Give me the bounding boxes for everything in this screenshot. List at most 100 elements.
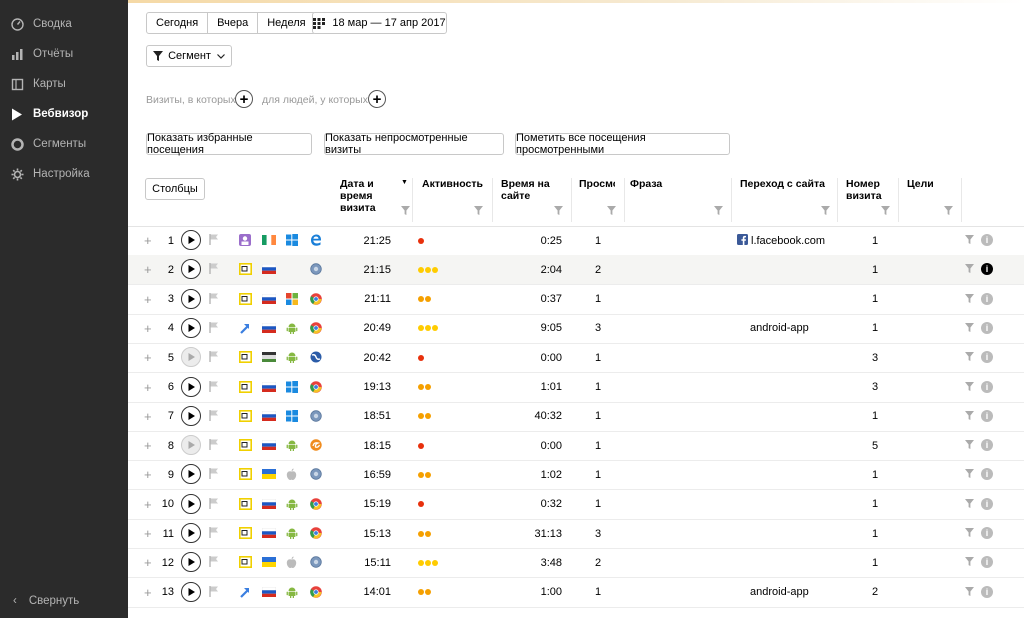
visit-info-icon[interactable]: i [981,263,993,276]
column-filter-icon[interactable] [881,206,890,215]
column-header-goals[interactable]: Цели [907,178,934,190]
column-header-views[interactable]: Просмо [579,178,615,190]
bookmark-flag-icon[interactable] [209,556,222,568]
visit-info-icon[interactable]: i [981,380,993,393]
mark-all-viewed-button[interactable]: Пометить все посещения просмотренными [515,132,730,156]
play-recording-button[interactable] [181,405,201,426]
bookmark-flag-icon[interactable] [209,439,222,451]
visit-info-icon[interactable]: i [981,321,993,334]
table-row[interactable]: +7 18:51 40:32 1 1 i [128,402,1024,432]
columns-button[interactable]: Столбцы [145,178,205,200]
visit-info-icon[interactable]: i [981,468,993,481]
column-header-phrase[interactable]: Фраза [630,178,662,190]
visit-info-icon[interactable]: i [981,234,993,246]
expand-row-button[interactable]: + [144,255,152,284]
bookmark-flag-icon[interactable] [209,351,222,363]
play-recording-button[interactable] [181,435,201,456]
play-recording-button[interactable] [181,581,201,602]
play-recording-button[interactable] [181,464,201,485]
sidebar-item-segments[interactable]: Сегменты [0,129,128,159]
expand-row-button[interactable]: + [144,519,152,548]
referrer-link[interactable]: l.facebook.com [751,226,825,255]
row-filter-icon[interactable] [965,469,978,481]
expand-row-button[interactable]: + [144,460,152,489]
column-filter-icon[interactable] [714,206,723,215]
expand-row-button[interactable]: + [144,490,152,519]
column-filter-icon[interactable] [474,206,483,215]
bookmark-flag-icon[interactable] [209,380,222,393]
row-filter-icon[interactable] [965,293,978,306]
bookmark-flag-icon[interactable] [209,409,222,422]
expand-row-button[interactable]: + [144,343,152,372]
table-row[interactable]: +9 16:59 1:02 1 1 i [128,460,1024,491]
play-recording-button[interactable] [181,523,201,543]
expand-row-button[interactable]: + [144,402,152,431]
column-header-activity[interactable]: Активность [422,178,483,190]
table-row[interactable]: +1 21:25 0:25 1 l.facebook.com 1 i [128,226,1024,256]
row-filter-icon[interactable] [965,235,978,247]
row-filter-icon[interactable] [965,440,978,452]
play-recording-button[interactable] [181,259,201,280]
expand-row-button[interactable]: + [144,285,152,314]
row-filter-icon[interactable] [965,557,978,569]
column-filter-icon[interactable] [401,206,410,215]
column-header-referrer[interactable]: Переход с сайта [740,178,825,190]
play-recording-button[interactable] [181,552,201,573]
play-recording-button[interactable] [181,376,201,397]
segment-button[interactable]: Сегмент [146,45,232,67]
visit-info-icon[interactable]: i [981,292,993,305]
play-recording-button[interactable] [181,493,201,514]
visit-info-icon[interactable]: i [981,409,993,422]
sidebar-item-webvisor[interactable]: Вебвизор [0,99,128,129]
table-row[interactable]: +8 18:15 0:00 1 5 i [128,431,1024,462]
collapse-button[interactable]: ‹ Свернуть [0,586,128,616]
visit-info-icon[interactable]: i [981,556,993,569]
bookmark-flag-icon[interactable] [209,497,222,510]
row-filter-icon[interactable] [965,381,978,394]
expand-row-button[interactable]: + [144,578,152,607]
row-filter-icon[interactable] [965,352,978,364]
play-recording-button[interactable] [181,347,201,368]
column-filter-icon[interactable] [944,206,953,215]
bookmark-flag-icon[interactable] [209,292,222,305]
table-row[interactable]: +3 21:11 0:37 1 1 i [128,285,1024,315]
bookmark-flag-icon[interactable] [209,263,222,275]
sidebar-item-summary[interactable]: Сводка [0,9,128,39]
row-filter-icon[interactable] [965,322,978,335]
expand-row-button[interactable]: + [144,431,152,460]
row-filter-icon[interactable] [965,498,978,511]
bookmark-flag-icon[interactable] [209,321,222,334]
play-recording-button[interactable] [181,230,201,250]
show-unviewed-button[interactable]: Показать непросмотренные визиты [324,132,504,156]
table-row[interactable]: +6 19:13 1:01 1 3 i [128,373,1024,403]
visit-info-icon[interactable]: i [981,351,993,364]
period-yesterday-button[interactable]: Вчера [208,13,259,33]
add-visit-condition-button[interactable]: + [235,90,253,108]
row-filter-icon[interactable] [965,528,978,540]
period-week-button[interactable]: Неделя [258,13,314,33]
date-range-button[interactable]: 18 мар — 17 апр 2017 [312,12,447,34]
bookmark-flag-icon[interactable] [209,468,222,480]
column-filter-icon[interactable] [554,206,563,215]
show-favorites-button[interactable]: Показать избранные посещения [146,132,312,156]
play-recording-button[interactable] [181,317,201,338]
bookmark-flag-icon[interactable] [209,234,222,246]
visit-info-icon[interactable]: i [981,527,993,539]
expand-row-button[interactable]: + [144,314,152,343]
column-header-visit-number[interactable]: Номер визита [846,178,882,202]
expand-row-button[interactable]: + [144,226,152,255]
column-header-datetime[interactable]: Дата и время визита [340,178,376,214]
table-row[interactable]: +12 15:11 3:48 2 1 i [128,548,1024,579]
expand-row-button[interactable]: + [144,373,152,402]
table-row[interactable]: +4 20:49 9:05 3 android-app 1 i [128,314,1024,344]
table-row[interactable]: +2 21:15 2:04 2 1 i [128,255,1024,286]
bookmark-flag-icon[interactable] [209,527,222,539]
sidebar-item-reports[interactable]: Отчёты [0,39,128,69]
sort-desc-icon[interactable]: ▼ [401,179,408,186]
add-people-condition-button[interactable]: + [368,90,386,108]
table-row[interactable]: +10 15:19 0:32 1 1 i [128,490,1024,520]
column-filter-icon[interactable] [821,206,830,215]
row-filter-icon[interactable] [965,410,978,423]
table-row[interactable]: +5 20:42 0:00 1 3 i [128,343,1024,374]
period-today-button[interactable]: Сегодня [147,13,209,33]
